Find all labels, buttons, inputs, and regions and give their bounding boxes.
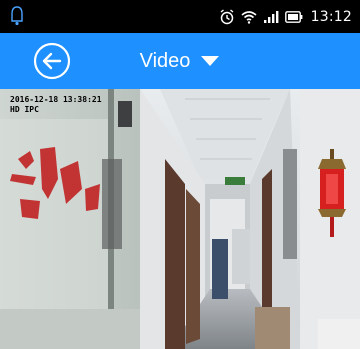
osd-quality: HD IPC [10, 105, 39, 114]
osd-timestamp: 2016-12-18 13:38:21 [10, 95, 102, 104]
video-stream[interactable]: 2016-12-18 13:38:21 HD IPC [0, 89, 360, 349]
battery-icon [284, 10, 303, 23]
camera-osd: 2016-12-18 13:38:21 HD IPC [10, 95, 102, 115]
video-frame [0, 89, 360, 349]
back-button[interactable] [32, 41, 72, 81]
alarm-icon [219, 8, 235, 25]
status-icons: 13:12 [219, 0, 352, 33]
status-time: 13:12 [310, 8, 352, 25]
dropdown-triangle-icon [201, 56, 220, 66]
notification-icon [11, 6, 23, 26]
status-bar: 13:12 [0, 0, 360, 33]
app-header: Video [0, 33, 360, 89]
wifi-icon [241, 10, 257, 24]
back-arrow-icon [33, 42, 71, 80]
page-title: Video [139, 49, 191, 72]
signal-icon [263, 10, 279, 24]
